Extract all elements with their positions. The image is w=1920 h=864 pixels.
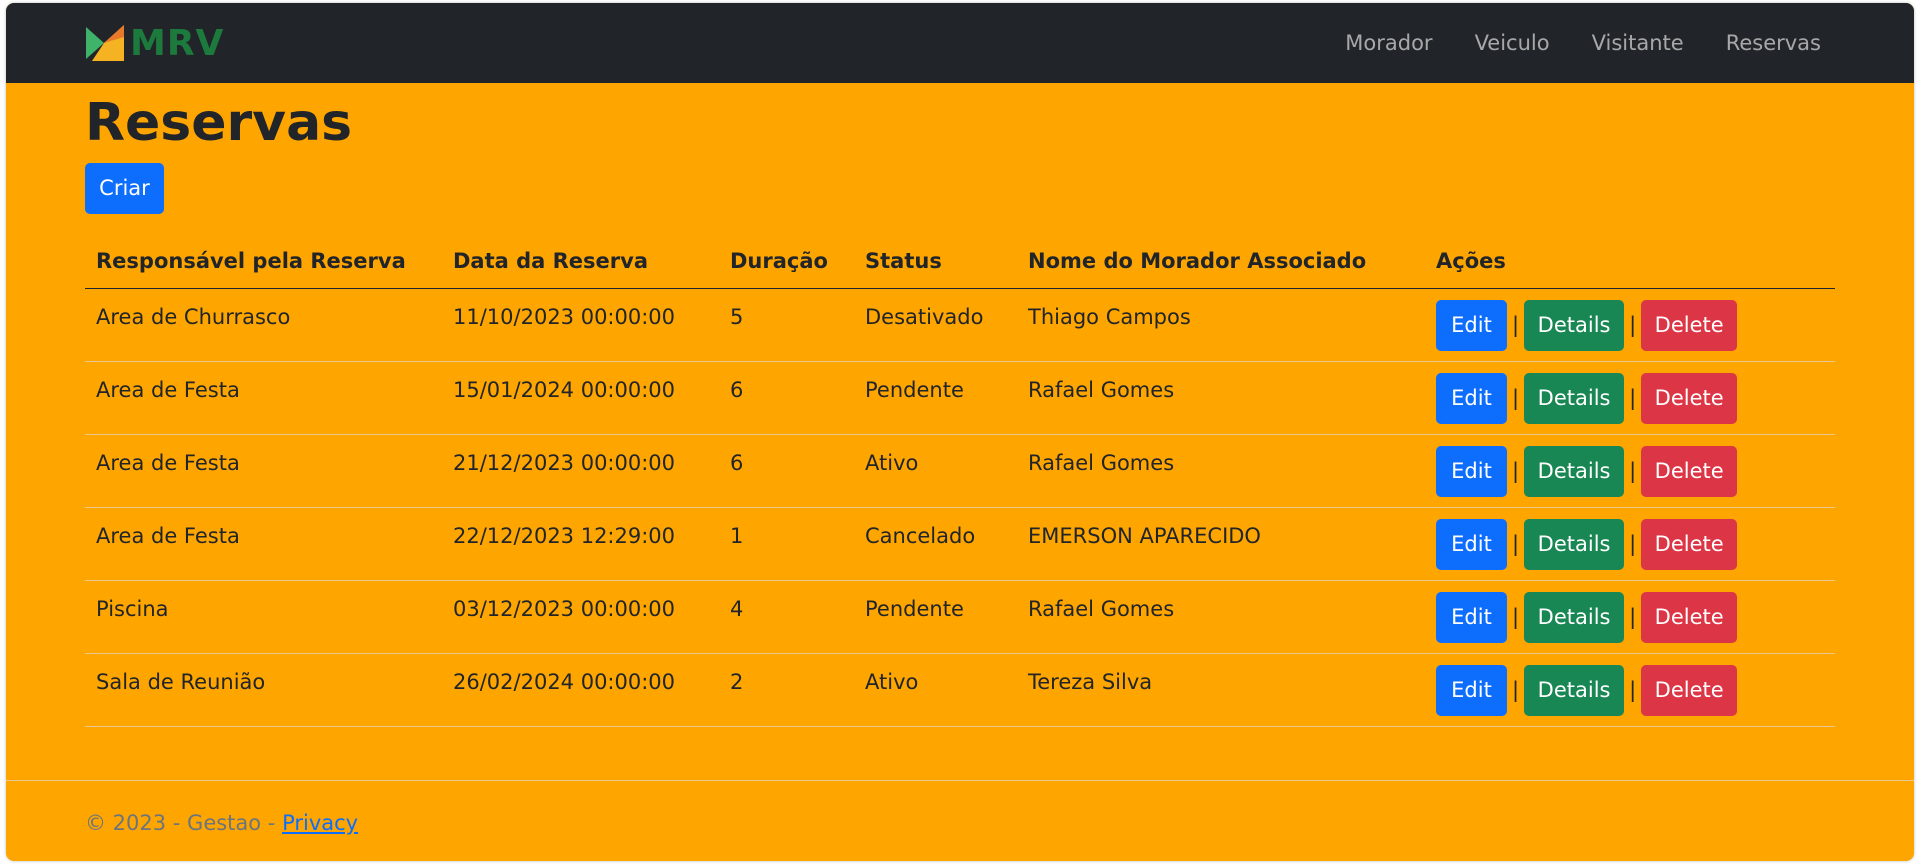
table-row: Area de Festa 22/12/2023 12:29:00 1 Cancela… bbox=[85, 507, 1835, 581]
cell-responsavel: Sala de Reunião bbox=[85, 653, 442, 727]
edit-button[interactable]: Edit bbox=[1436, 372, 1507, 424]
cell-actions: Edit | Details | Delete bbox=[1425, 434, 1835, 508]
mrv-logo-icon bbox=[86, 25, 124, 61]
cell-status: Pendente bbox=[854, 580, 1017, 654]
cell-data: 15/01/2024 00:00:00 bbox=[442, 361, 719, 435]
cell-duracao: 6 bbox=[719, 361, 854, 435]
details-button[interactable]: Details bbox=[1524, 372, 1625, 424]
cell-responsavel: Area de Festa bbox=[85, 361, 442, 435]
cell-actions: Edit | Details | Delete bbox=[1425, 361, 1835, 435]
action-separator: | bbox=[1629, 677, 1637, 702]
nav-links: Morador Veiculo Visitante Reservas bbox=[1324, 31, 1842, 55]
details-button[interactable]: Details bbox=[1524, 445, 1625, 497]
cell-actions: Edit | Details | Delete bbox=[1425, 288, 1835, 362]
action-separator: | bbox=[1512, 677, 1520, 702]
browser-page: MRV Morador Veiculo Visitante Reservas R… bbox=[6, 3, 1914, 861]
edit-button[interactable]: Edit bbox=[1436, 591, 1507, 643]
table-row: Piscina 03/12/2023 00:00:00 4 Pendente Rafae… bbox=[85, 580, 1835, 654]
header-data: Data da Reserva bbox=[442, 234, 719, 289]
cell-morador: Rafael Gomes bbox=[1017, 580, 1425, 654]
cell-responsavel: Area de Festa bbox=[85, 434, 442, 508]
header-responsavel: Responsável pela Reserva bbox=[85, 234, 442, 289]
cell-data: 21/12/2023 00:00:00 bbox=[442, 434, 719, 508]
action-separator: | bbox=[1512, 531, 1520, 556]
delete-button[interactable]: Delete bbox=[1641, 591, 1738, 643]
cell-duracao: 6 bbox=[719, 434, 854, 508]
main-content: Reservas Criar Responsável pela Reserva … bbox=[6, 86, 1914, 727]
nav-link-reservas[interactable]: Reservas bbox=[1705, 31, 1842, 55]
cell-actions: Edit | Details | Delete bbox=[1425, 653, 1835, 727]
cell-status: Cancelado bbox=[854, 507, 1017, 581]
cell-morador: Rafael Gomes bbox=[1017, 434, 1425, 508]
cell-actions: Edit | Details | Delete bbox=[1425, 580, 1835, 654]
action-separator: | bbox=[1629, 531, 1637, 556]
table-row: Sala de Reunião 26/02/2024 00:00:00 2 Ativo… bbox=[85, 653, 1835, 727]
cell-data: 26/02/2024 00:00:00 bbox=[442, 653, 719, 727]
cell-status: Desativado bbox=[854, 288, 1017, 362]
cell-data: 03/12/2023 00:00:00 bbox=[442, 580, 719, 654]
create-button[interactable]: Criar bbox=[85, 163, 164, 214]
delete-button[interactable]: Delete bbox=[1641, 518, 1738, 570]
cell-duracao: 4 bbox=[719, 580, 854, 654]
action-separator: | bbox=[1629, 458, 1637, 483]
header-acoes: Ações bbox=[1425, 234, 1835, 289]
nav-link-visitante[interactable]: Visitante bbox=[1571, 31, 1705, 55]
delete-button[interactable]: Delete bbox=[1641, 445, 1738, 497]
delete-button[interactable]: Delete bbox=[1641, 664, 1738, 716]
reservas-table: Responsável pela Reserva Data da Reserva… bbox=[85, 234, 1835, 727]
edit-button[interactable]: Edit bbox=[1436, 664, 1507, 716]
details-button[interactable]: Details bbox=[1524, 518, 1625, 570]
header-morador: Nome do Morador Associado bbox=[1017, 234, 1425, 289]
page-title: Reservas bbox=[85, 93, 353, 153]
cell-status: Ativo bbox=[854, 653, 1017, 727]
table-row: Area de Churrasco 11/10/2023 00:00:00 5 Des… bbox=[85, 288, 1835, 362]
action-separator: | bbox=[1512, 458, 1520, 483]
details-button[interactable]: Details bbox=[1524, 299, 1625, 351]
details-button[interactable]: Details bbox=[1524, 591, 1625, 643]
action-separator: | bbox=[1629, 604, 1637, 629]
cell-duracao: 1 bbox=[719, 507, 854, 581]
delete-button[interactable]: Delete bbox=[1641, 299, 1738, 351]
edit-button[interactable]: Edit bbox=[1436, 518, 1507, 570]
table-body: Area de Churrasco 11/10/2023 00:00:00 5 Des… bbox=[85, 288, 1835, 727]
header-duracao: Duração bbox=[719, 234, 854, 289]
cell-actions: Edit | Details | Delete bbox=[1425, 507, 1835, 581]
footer-text: © 2023 - Gestao - bbox=[85, 811, 283, 835]
top-navbar: MRV Morador Veiculo Visitante Reservas bbox=[6, 3, 1914, 83]
table-header-row: Responsável pela Reserva Data da Reserva… bbox=[85, 234, 1835, 289]
cell-morador: Tereza Silva bbox=[1017, 653, 1425, 727]
cell-morador: Rafael Gomes bbox=[1017, 361, 1425, 435]
brand-name: MRV bbox=[130, 22, 225, 64]
cell-duracao: 5 bbox=[719, 288, 854, 362]
cell-responsavel: Area de Churrasco bbox=[85, 288, 442, 362]
cell-status: Pendente bbox=[854, 361, 1017, 435]
action-separator: | bbox=[1512, 312, 1520, 337]
action-separator: | bbox=[1629, 312, 1637, 337]
details-button[interactable]: Details bbox=[1524, 664, 1625, 716]
nav-link-veiculo[interactable]: Veiculo bbox=[1454, 31, 1571, 55]
brand-logo[interactable]: MRV bbox=[84, 23, 224, 64]
privacy-link[interactable]: Privacy bbox=[282, 811, 358, 835]
action-separator: | bbox=[1629, 385, 1637, 410]
nav-link-morador[interactable]: Morador bbox=[1324, 31, 1453, 55]
cell-responsavel: Area de Festa bbox=[85, 507, 442, 581]
cell-status: Ativo bbox=[854, 434, 1017, 508]
edit-button[interactable]: Edit bbox=[1436, 445, 1507, 497]
header-status: Status bbox=[854, 234, 1017, 289]
cell-morador: EMERSON APARECIDO bbox=[1017, 507, 1425, 581]
edit-button[interactable]: Edit bbox=[1436, 299, 1507, 351]
cell-duracao: 2 bbox=[719, 653, 854, 727]
table-row: Area de Festa 21/12/2023 00:00:00 6 Ativo Ra… bbox=[85, 434, 1835, 508]
cell-data: 11/10/2023 00:00:00 bbox=[442, 288, 719, 362]
action-separator: | bbox=[1512, 604, 1520, 629]
action-separator: | bbox=[1512, 385, 1520, 410]
cell-data: 22/12/2023 12:29:00 bbox=[442, 507, 719, 581]
cell-morador: Thiago Campos bbox=[1017, 288, 1425, 362]
table-row: Area de Festa 15/01/2024 00:00:00 6 Pendent… bbox=[85, 361, 1835, 435]
delete-button[interactable]: Delete bbox=[1641, 372, 1738, 424]
page-footer: © 2023 - Gestao - Privacy bbox=[6, 780, 1914, 835]
cell-responsavel: Piscina bbox=[85, 580, 442, 654]
